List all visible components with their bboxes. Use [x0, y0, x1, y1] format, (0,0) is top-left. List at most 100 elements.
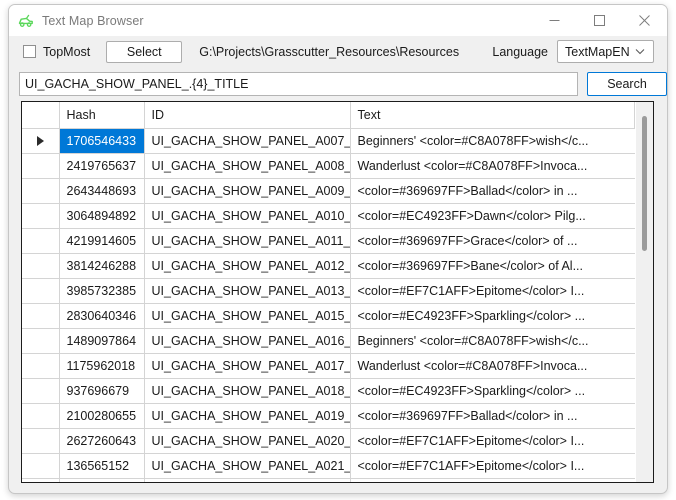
table-row[interactable]: 2419765637UI_GACHA_SHOW_PANEL_A008_TITLE…: [22, 153, 635, 178]
close-button[interactable]: [622, 5, 667, 36]
table-row[interactable]: 3814246288UI_GACHA_SHOW_PANEL_A012_TITLE…: [22, 253, 635, 278]
cell-text[interactable]: Wanderlust <color=#757acdFF>Invocat...: [350, 478, 635, 482]
cell-id[interactable]: UI_GACHA_SHOW_PANEL_A008_TITLE: [144, 153, 350, 178]
cell-id[interactable]: UI_GACHA_SHOW_PANEL_A016_TITLE: [144, 328, 350, 353]
cell-hash[interactable]: 937696679: [59, 378, 144, 403]
cell-hash[interactable]: 136565152: [59, 453, 144, 478]
row-selector-cell[interactable]: [22, 278, 59, 303]
row-selector-cell[interactable]: [22, 428, 59, 453]
row-selector-cell[interactable]: [22, 203, 59, 228]
cell-text[interactable]: <color=#EF7C1AFF>Epitome</color> I...: [350, 428, 635, 453]
search-input-value: UI_GACHA_SHOW_PANEL_.{4}_TITLE: [25, 77, 248, 91]
row-selector-cell[interactable]: [22, 353, 59, 378]
minimize-icon: [549, 15, 560, 26]
app-window: Text Map Browser TopM: [8, 4, 668, 494]
row-selector-cell[interactable]: [22, 153, 59, 178]
cell-id[interactable]: UI_GACHA_SHOW_PANEL_A007_TITLE: [144, 128, 350, 153]
cell-id[interactable]: UI_GACHA_SHOW_PANEL_A022_TITLE: [144, 478, 350, 482]
cell-text[interactable]: <color=#EC4923FF>Sparkling</color> ...: [350, 378, 635, 403]
table-row[interactable]: 2100280655UI_GACHA_SHOW_PANEL_A019_TITLE…: [22, 403, 635, 428]
row-selector-cell[interactable]: [22, 128, 59, 153]
cell-id[interactable]: UI_GACHA_SHOW_PANEL_A010_TITLE: [144, 203, 350, 228]
cell-hash[interactable]: 2419765637: [59, 153, 144, 178]
select-folder-button[interactable]: Select: [106, 41, 182, 63]
table-row[interactable]: 3064894892UI_GACHA_SHOW_PANEL_A010_TITLE…: [22, 203, 635, 228]
cell-id[interactable]: UI_GACHA_SHOW_PANEL_A011_TITLE: [144, 228, 350, 253]
table-row[interactable]: 3985732385UI_GACHA_SHOW_PANEL_A013_TITLE…: [22, 278, 635, 303]
row-selector-cell[interactable]: [22, 403, 59, 428]
language-selected-value: TextMapEN: [565, 45, 630, 59]
resources-path: G:\Projects\Grasscutter_Resources\Resour…: [199, 45, 459, 59]
cell-hash[interactable]: 3814246288: [59, 253, 144, 278]
row-selector-cell[interactable]: [22, 378, 59, 403]
table-row[interactable]: 2830640346UI_GACHA_SHOW_PANEL_A015_TITLE…: [22, 303, 635, 328]
table-row[interactable]: 2627260643UI_GACHA_SHOW_PANEL_A020_TITLE…: [22, 428, 635, 453]
cell-text[interactable]: Wanderlust <color=#C8A078FF>Invoca...: [350, 353, 635, 378]
cell-text[interactable]: <color=#369697FF>Bane</color> of Al...: [350, 253, 635, 278]
table-row[interactable]: 4219914605UI_GACHA_SHOW_PANEL_A011_TITLE…: [22, 228, 635, 253]
row-selector-cell[interactable]: [22, 453, 59, 478]
table-row[interactable]: 1706546433UI_GACHA_SHOW_PANEL_A007_TITLE…: [22, 128, 635, 153]
table-row[interactable]: 136565152UI_GACHA_SHOW_PANEL_A021_TITLE<…: [22, 453, 635, 478]
column-header-rowselect[interactable]: [22, 102, 59, 128]
minimize-button[interactable]: [532, 5, 577, 36]
cell-hash[interactable]: 1706546433: [59, 128, 144, 153]
row-selector-cell[interactable]: [22, 328, 59, 353]
cell-hash[interactable]: 326122427: [59, 478, 144, 482]
cell-id[interactable]: UI_GACHA_SHOW_PANEL_A012_TITLE: [144, 253, 350, 278]
scrollbar-thumb[interactable]: [642, 116, 647, 251]
cell-text[interactable]: <color=#369697FF>Ballad</color> in ...: [350, 178, 635, 203]
column-header-text[interactable]: Text: [350, 102, 635, 128]
cell-hash[interactable]: 3064894892: [59, 203, 144, 228]
cell-id[interactable]: UI_GACHA_SHOW_PANEL_A021_TITLE: [144, 453, 350, 478]
cell-text[interactable]: <color=#EC4923FF>Dawn</color> Pilg...: [350, 203, 635, 228]
vertical-scrollbar[interactable]: [635, 102, 653, 482]
window-controls: [532, 5, 667, 36]
cell-id[interactable]: UI_GACHA_SHOW_PANEL_A017_TITLE: [144, 353, 350, 378]
search-row: UI_GACHA_SHOW_PANEL_.{4}_TITLE Search: [9, 71, 667, 97]
cell-text[interactable]: <color=#369697FF>Grace</color> of ...: [350, 228, 635, 253]
row-selector-cell[interactable]: [22, 228, 59, 253]
table-row[interactable]: 1489097864UI_GACHA_SHOW_PANEL_A016_TITLE…: [22, 328, 635, 353]
cell-hash[interactable]: 2643448693: [59, 178, 144, 203]
cell-text[interactable]: <color=#EC4923FF>Sparkling</color> ...: [350, 303, 635, 328]
cell-text[interactable]: Beginners' <color=#C8A078FF>wish</c...: [350, 328, 635, 353]
column-header-id[interactable]: ID: [144, 102, 350, 128]
column-header-hash[interactable]: Hash: [59, 102, 144, 128]
cell-id[interactable]: UI_GACHA_SHOW_PANEL_A020_TITLE: [144, 428, 350, 453]
row-selector-cell[interactable]: [22, 253, 59, 278]
cell-hash[interactable]: 3985732385: [59, 278, 144, 303]
table-row[interactable]: 937696679UI_GACHA_SHOW_PANEL_A018_TITLE<…: [22, 378, 635, 403]
cell-id[interactable]: UI_GACHA_SHOW_PANEL_A015_TITLE: [144, 303, 350, 328]
checkbox-box[interactable]: [23, 45, 36, 58]
cell-id[interactable]: UI_GACHA_SHOW_PANEL_A013_TITLE: [144, 278, 350, 303]
cell-hash[interactable]: 2100280655: [59, 403, 144, 428]
current-row-arrow-icon: [37, 136, 44, 146]
cell-hash[interactable]: 4219914605: [59, 228, 144, 253]
grasscutter-icon: [17, 12, 35, 30]
table-row[interactable]: 326122427UI_GACHA_SHOW_PANEL_A022_TITLEW…: [22, 478, 635, 482]
table-row[interactable]: 1175962018UI_GACHA_SHOW_PANEL_A017_TITLE…: [22, 353, 635, 378]
language-dropdown[interactable]: TextMapEN: [557, 40, 654, 63]
cell-text[interactable]: <color=#369697FF>Ballad</color> in ...: [350, 403, 635, 428]
cell-hash[interactable]: 1489097864: [59, 328, 144, 353]
table-row[interactable]: 2643448693UI_GACHA_SHOW_PANEL_A009_TITLE…: [22, 178, 635, 203]
search-input[interactable]: UI_GACHA_SHOW_PANEL_.{4}_TITLE: [19, 72, 578, 96]
cell-text[interactable]: Beginners' <color=#C8A078FF>wish</c...: [350, 128, 635, 153]
cell-text[interactable]: Wanderlust <color=#C8A078FF>Invoca...: [350, 153, 635, 178]
results-grid: Hash ID Text 1706546433UI_GACHA_SHOW_PAN…: [21, 101, 654, 483]
cell-hash[interactable]: 2627260643: [59, 428, 144, 453]
topmost-checkbox[interactable]: TopMost: [23, 45, 90, 59]
cell-id[interactable]: UI_GACHA_SHOW_PANEL_A019_TITLE: [144, 403, 350, 428]
row-selector-cell[interactable]: [22, 303, 59, 328]
cell-id[interactable]: UI_GACHA_SHOW_PANEL_A018_TITLE: [144, 378, 350, 403]
row-selector-cell[interactable]: [22, 478, 59, 482]
cell-hash[interactable]: 1175962018: [59, 353, 144, 378]
cell-text[interactable]: <color=#EF7C1AFF>Epitome</color> I...: [350, 278, 635, 303]
row-selector-cell[interactable]: [22, 178, 59, 203]
cell-id[interactable]: UI_GACHA_SHOW_PANEL_A009_TITLE: [144, 178, 350, 203]
cell-text[interactable]: <color=#EF7C1AFF>Epitome</color> I...: [350, 453, 635, 478]
cell-hash[interactable]: 2830640346: [59, 303, 144, 328]
maximize-button[interactable]: [577, 5, 622, 36]
search-button[interactable]: Search: [587, 72, 667, 96]
